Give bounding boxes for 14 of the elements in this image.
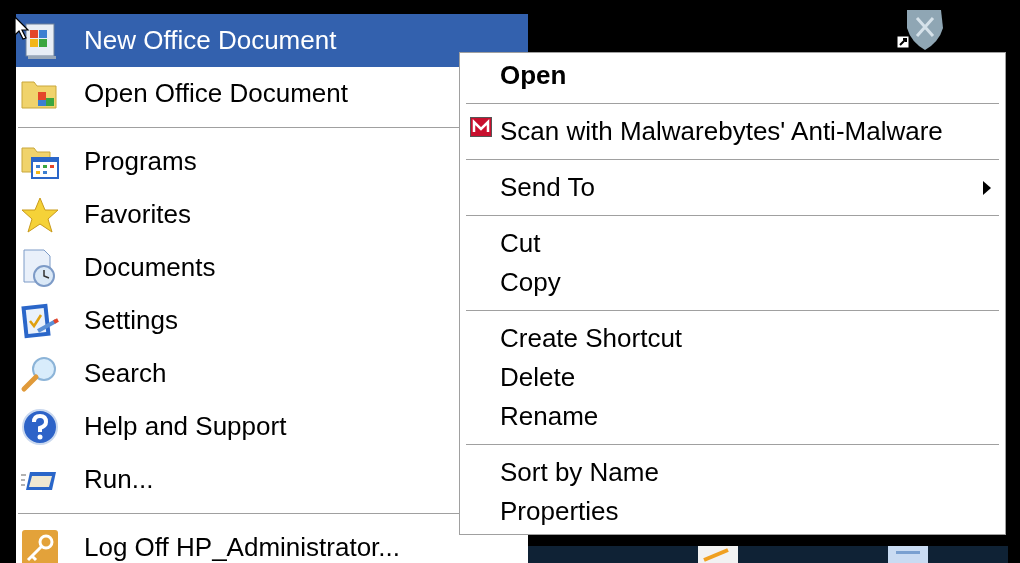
- menu-item[interactable]: New Office Document: [16, 14, 528, 67]
- menu-item[interactable]: Create Shortcut: [460, 319, 1005, 358]
- menu-item[interactable]: Properties: [460, 492, 1005, 531]
- menu-item[interactable]: Send To: [460, 168, 1005, 207]
- window-icon[interactable]: [888, 546, 928, 563]
- menu-item[interactable]: Scan with Malwarebytes' Anti-Malware: [460, 112, 1005, 151]
- menu-item[interactable]: Sort by Name: [460, 453, 1005, 492]
- help-icon: [20, 406, 60, 447]
- menu-item[interactable]: Delete: [460, 358, 1005, 397]
- menu-item[interactable]: Copy: [460, 263, 1005, 302]
- menu-item[interactable]: Rename: [460, 397, 1005, 436]
- key-icon: [20, 527, 60, 563]
- pencil-icon[interactable]: [698, 546, 738, 563]
- menu-item[interactable]: Cut: [460, 224, 1005, 263]
